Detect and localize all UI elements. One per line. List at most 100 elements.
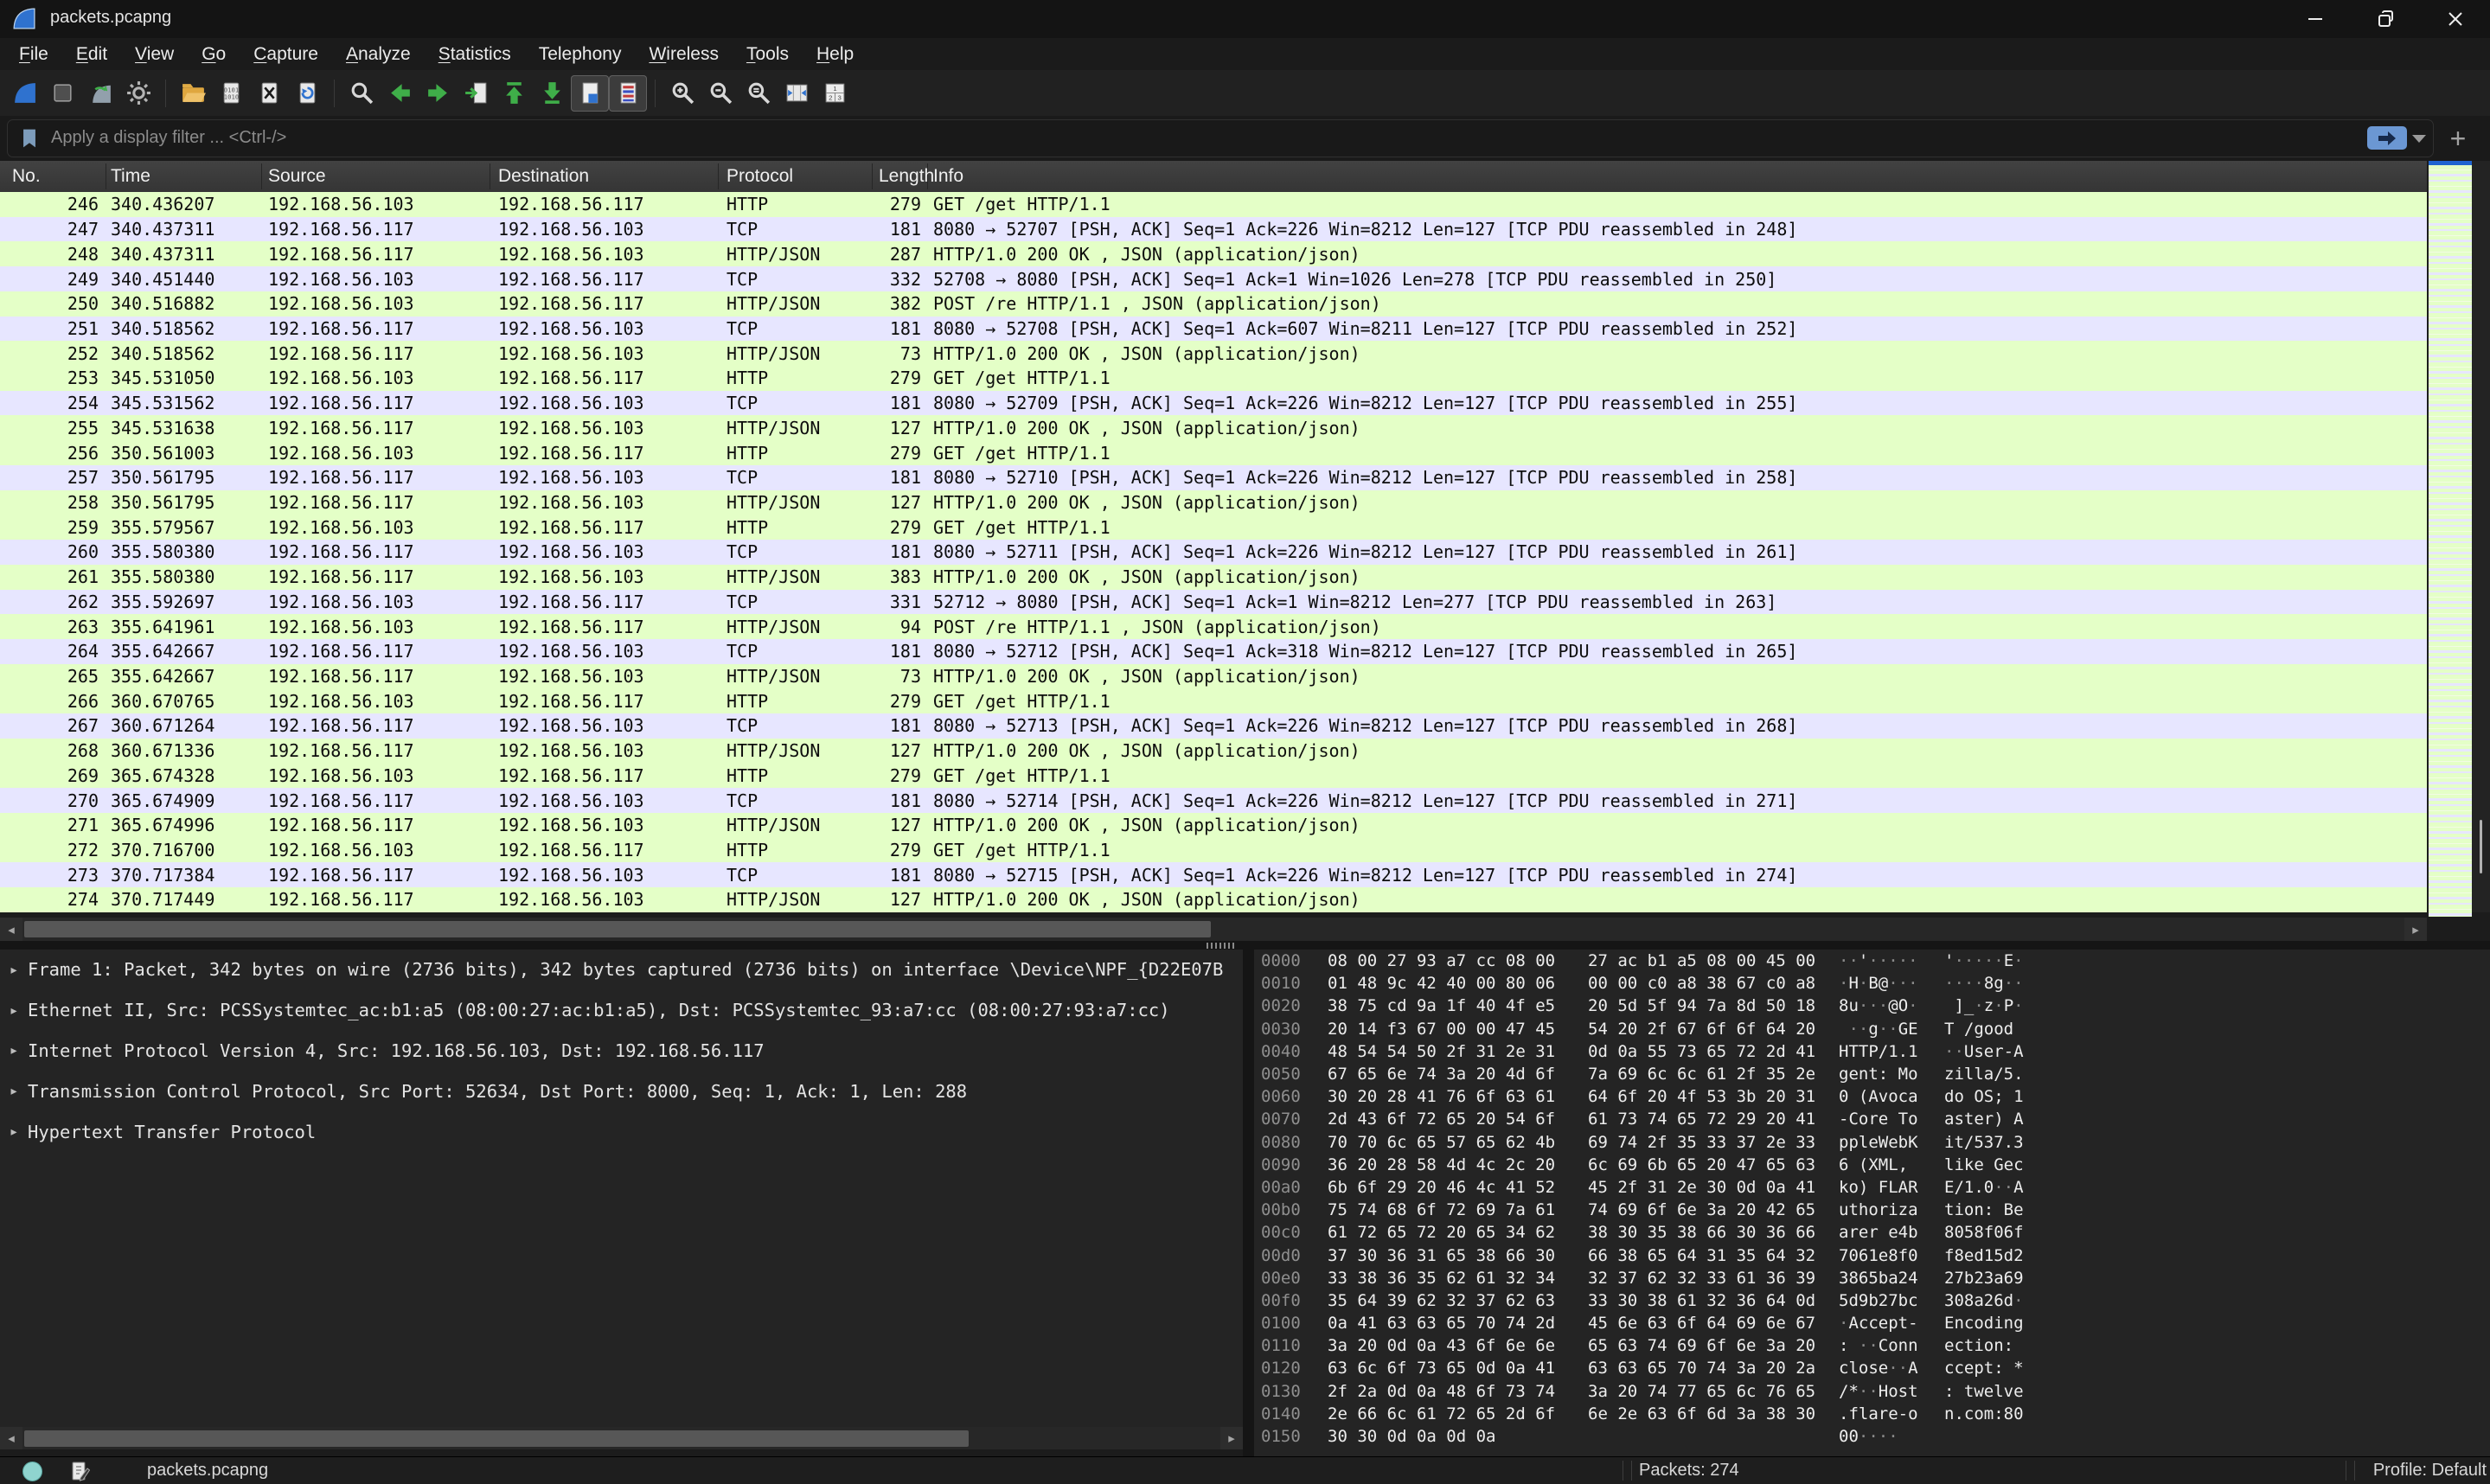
scroll-left-icon[interactable]: ◂ <box>0 918 22 941</box>
minimize-button[interactable] <box>2280 0 2350 38</box>
packet-row[interactable]: 255345.531638192.168.56.117192.168.56.10… <box>0 415 2427 440</box>
packet-row[interactable]: 260355.580380192.168.56.117192.168.56.10… <box>0 540 2427 565</box>
close-file-button[interactable] <box>250 75 288 112</box>
packet-row[interactable]: 249340.451440192.168.56.103192.168.56.11… <box>0 266 2427 291</box>
packet-list-hscrollbar[interactable]: ◂ ▸ <box>0 918 2427 941</box>
packet-row[interactable]: 269365.674328192.168.56.103192.168.56.11… <box>0 764 2427 789</box>
hex-row[interactable]: 00b075 74 68 6f 72 69 7a 6174 69 6f 6e 3… <box>1254 1199 2490 1221</box>
packet-row[interactable]: 258350.561795192.168.56.117192.168.56.10… <box>0 490 2427 515</box>
vertical-scrollbar-thumb[interactable] <box>2480 820 2482 873</box>
hex-row[interactable]: 00d037 30 36 31 65 38 66 3066 38 65 64 3… <box>1254 1244 2490 1266</box>
hex-row[interactable]: 01302f 2a 0d 0a 48 6f 73 743a 20 74 77 6… <box>1254 1380 2490 1403</box>
zoom-in-button[interactable] <box>663 75 701 112</box>
column-header-info[interactable]: Info <box>933 166 963 187</box>
column-header-time[interactable]: Time <box>111 166 150 187</box>
hex-row[interactable]: 00c061 72 65 72 20 65 34 6238 30 35 38 6… <box>1254 1221 2490 1244</box>
packet-row[interactable]: 247340.437311192.168.56.117192.168.56.10… <box>0 217 2427 242</box>
resize-columns-button[interactable] <box>778 75 816 112</box>
column-header-protocol[interactable]: Protocol <box>727 166 793 187</box>
packet-row[interactable]: 273370.717384192.168.56.117192.168.56.10… <box>0 862 2427 887</box>
expand-arrow-icon[interactable]: ▸ <box>0 961 28 979</box>
expand-arrow-icon[interactable]: ▸ <box>0 1041 28 1059</box>
scroll-right-icon[interactable]: ▸ <box>2404 918 2427 941</box>
menu-capture[interactable]: Capture <box>240 44 332 65</box>
hex-row[interactable]: 00e033 38 36 35 62 61 32 3432 37 62 32 3… <box>1254 1267 2490 1289</box>
hex-row[interactable]: 009036 20 28 58 4d 4c 2c 206c 69 6b 65 2… <box>1254 1154 2490 1176</box>
hex-row[interactable]: 003020 14 f3 67 00 00 47 4554 20 2f 67 6… <box>1254 1018 2490 1040</box>
capture-comment-icon[interactable] <box>69 1461 90 1481</box>
expand-arrow-icon[interactable]: ▸ <box>0 1082 28 1100</box>
packet-row[interactable]: 271365.674996192.168.56.117192.168.56.10… <box>0 813 2427 838</box>
menu-help[interactable]: Help <box>803 44 867 65</box>
column-header-source[interactable]: Source <box>268 166 326 187</box>
packet-row[interactable]: 248340.437311192.168.56.117192.168.56.10… <box>0 241 2427 266</box>
hex-row[interactable]: 004048 54 54 50 2f 31 2e 310d 0a 55 73 6… <box>1254 1040 2490 1063</box>
hex-row[interactable]: 00702d 43 6f 72 65 20 54 6f61 73 74 65 7… <box>1254 1108 2490 1130</box>
expert-info-icon[interactable] <box>22 1462 42 1481</box>
detail-line[interactable]: ▸Hypertext Transfer Protocol <box>0 1111 1243 1152</box>
packet-row[interactable]: 253345.531050192.168.56.103192.168.56.11… <box>0 366 2427 391</box>
go-forward-button[interactable] <box>419 75 457 112</box>
menu-telephony[interactable]: Telephony <box>525 44 636 65</box>
filter-add-button[interactable]: + <box>2441 123 2475 154</box>
packet-row[interactable]: 254345.531562192.168.56.117192.168.56.10… <box>0 391 2427 416</box>
packet-row[interactable]: 274370.717449192.168.56.117192.168.56.10… <box>0 887 2427 912</box>
packet-row[interactable]: 268360.671336192.168.56.117192.168.56.10… <box>0 739 2427 764</box>
packet-row[interactable]: 252340.518562192.168.56.117192.168.56.10… <box>0 341 2427 366</box>
menu-view[interactable]: View <box>121 44 188 65</box>
status-profile[interactable]: Profile: Default <box>2373 1461 2487 1481</box>
detail-line[interactable]: ▸Ethernet II, Src: PCSSystemtec_ac:b1:a5… <box>0 990 1243 1031</box>
expand-arrow-icon[interactable]: ▸ <box>0 1001 28 1020</box>
scroll-left-icon[interactable]: ◂ <box>0 1427 22 1449</box>
packet-row[interactable]: 262355.592697192.168.56.103192.168.56.11… <box>0 590 2427 615</box>
zoom-out-button[interactable] <box>701 75 739 112</box>
detail-line[interactable]: ▸Frame 1: Packet, 342 bytes on wire (273… <box>0 950 1243 990</box>
save-file-button[interactable]: 01011010 <box>212 75 250 112</box>
restore-button[interactable] <box>2350 0 2420 38</box>
menu-tools[interactable]: Tools <box>733 44 803 65</box>
packet-row[interactable]: 261355.580380192.168.56.117192.168.56.10… <box>0 565 2427 590</box>
column-header-no[interactable]: No. <box>12 166 41 187</box>
reload-file-button[interactable] <box>288 75 326 112</box>
menu-wireless[interactable]: Wireless <box>635 44 733 65</box>
packet-row[interactable]: 266360.670765192.168.56.103192.168.56.11… <box>0 688 2427 713</box>
hex-row[interactable]: 005067 65 6e 74 3a 20 4d 6f7a 69 6c 6c 6… <box>1254 1063 2490 1085</box>
packet-row[interactable]: 263355.641961192.168.56.103192.168.56.11… <box>0 614 2427 639</box>
hex-row[interactable]: 006030 20 28 41 76 6f 63 6164 6f 20 4f 5… <box>1254 1085 2490 1108</box>
menu-file[interactable]: File <box>5 44 62 65</box>
column-divider[interactable] <box>872 163 873 189</box>
hex-row[interactable]: 00f035 64 39 62 32 37 62 6333 30 38 61 3… <box>1254 1289 2490 1312</box>
column-divider[interactable] <box>718 163 719 189</box>
find-packet-button[interactable] <box>342 75 381 112</box>
menu-statistics[interactable]: Statistics <box>425 44 525 65</box>
go-back-button[interactable] <box>381 75 419 112</box>
packet-row[interactable]: 267360.671264192.168.56.117192.168.56.10… <box>0 713 2427 739</box>
capture-options-button[interactable] <box>119 75 157 112</box>
details-hscrollbar[interactable]: ◂ ▸ <box>0 1427 1243 1449</box>
hscrollbar-thumb[interactable] <box>24 1430 969 1447</box>
hscrollbar-thumb[interactable] <box>24 921 1211 937</box>
filter-dropdown-caret[interactable] <box>2412 135 2426 143</box>
pane-vertical-divider[interactable] <box>1243 941 1254 1456</box>
scroll-right-icon[interactable]: ▸ <box>1220 1427 1243 1449</box>
stop-capture-button[interactable] <box>43 75 81 112</box>
close-button[interactable] <box>2420 0 2490 38</box>
go-first-button[interactable] <box>495 75 533 112</box>
zoom-reset-button[interactable] <box>739 75 778 112</box>
menu-analyze[interactable]: Analyze <box>332 44 425 65</box>
hex-row[interactable]: 012063 6c 6f 73 65 0d 0a 4163 63 65 70 7… <box>1254 1357 2490 1379</box>
packet-row[interactable]: 250340.516882192.168.56.103192.168.56.11… <box>0 291 2427 317</box>
hex-row[interactable]: 002038 75 cd 9a 1f 40 4f e520 5d 5f 94 7… <box>1254 995 2490 1017</box>
display-filter-input[interactable]: Apply a display filter ... <Ctrl-/> <box>7 119 2434 157</box>
packet-row[interactable]: 272370.716700192.168.56.103192.168.56.11… <box>0 838 2427 863</box>
column-divider[interactable] <box>261 163 262 189</box>
packet-row[interactable]: 251340.518562192.168.56.117192.168.56.10… <box>0 317 2427 342</box>
go-to-packet-button[interactable] <box>457 75 495 112</box>
hex-row[interactable]: 01000a 41 63 63 65 70 74 2d45 6e 63 6f 6… <box>1254 1312 2490 1334</box>
go-last-button[interactable] <box>533 75 571 112</box>
column-header-length[interactable]: Length <box>879 166 934 187</box>
packet-row[interactable]: 256350.561003192.168.56.103192.168.56.11… <box>0 440 2427 465</box>
open-file-button[interactable] <box>174 75 212 112</box>
packet-row[interactable]: 257350.561795192.168.56.117192.168.56.10… <box>0 465 2427 490</box>
packet-row[interactable]: 246340.436207192.168.56.103192.168.56.11… <box>0 192 2427 217</box>
